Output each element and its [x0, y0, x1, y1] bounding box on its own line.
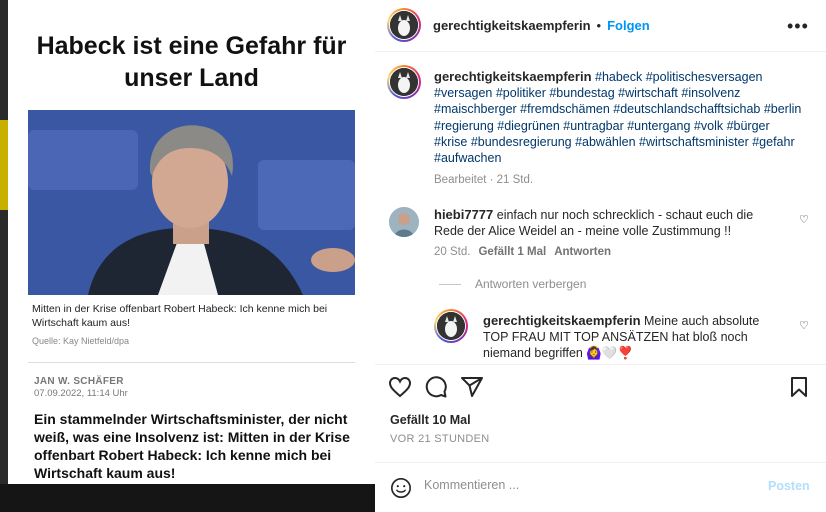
- commenter-photo-icon: [389, 207, 419, 237]
- hide-replies-button[interactable]: Antworten verbergen: [439, 277, 586, 291]
- comment-meta: 20 Std. Gefällt 1 Mal Antworten: [434, 246, 611, 258]
- backdrop: [0, 0, 8, 512]
- article-author: JAN W. SCHÄFER: [34, 376, 124, 387]
- header-separator: •: [596, 18, 602, 33]
- post-details-panel: gerechtigkeitskaempferin • Folgen ••• ge…: [375, 0, 826, 512]
- avatar-figure-icon: [437, 312, 465, 340]
- emoji-icon[interactable]: [390, 477, 412, 499]
- comment-body: hiebi7777 einfach nur noch schrecklich -…: [434, 207, 786, 239]
- article-date: 07.09.2022, 11:14 Uhr: [34, 388, 128, 399]
- comment-icon[interactable]: [424, 375, 448, 399]
- comment-time: 20 Std.: [434, 246, 471, 258]
- comment-bar: Posten: [375, 462, 826, 512]
- replies-line: [439, 283, 461, 285]
- comment-input[interactable]: [424, 478, 744, 492]
- send-icon[interactable]: [460, 375, 484, 399]
- article-lead: Ein stammelnder Wirtschaftsminister, der…: [34, 411, 350, 481]
- news-photo: [28, 110, 355, 295]
- photo-caption: Mitten in der Krise offenbart Robert Hab…: [32, 303, 328, 329]
- caption-avatar[interactable]: [387, 65, 421, 99]
- divider: [28, 362, 355, 363]
- comment-likes[interactable]: Gefällt 1 Mal: [478, 246, 546, 258]
- avatar-figure-icon: [390, 68, 418, 96]
- more-options-icon[interactable]: •••: [787, 16, 809, 37]
- comment-username[interactable]: hiebi7777: [434, 207, 493, 222]
- likes-count[interactable]: Gefällt 10 Mal: [390, 413, 471, 427]
- caption-meta: Bearbeitet · 21 Std.: [434, 174, 534, 187]
- header-username[interactable]: gerechtigkeitskaempferin: [433, 18, 591, 33]
- caption-username[interactable]: gerechtigkeitskaempferin: [434, 69, 592, 84]
- post-caption: gerechtigkeitskaempferin #habeck #politi…: [434, 69, 804, 188]
- post-header: gerechtigkeitskaempferin • Folgen •••: [375, 0, 826, 52]
- comment-reply-button[interactable]: Antworten: [554, 246, 611, 258]
- photo-illustration: [28, 110, 355, 295]
- reply-avatar[interactable]: [434, 309, 468, 343]
- post-image[interactable]: Habeck ist eine Gefahr für unser Land Mi…: [8, 0, 375, 484]
- comment-like-heart-icon[interactable]: ♡: [799, 213, 809, 226]
- reply-body: gerechtigkeitskaempferin Meine auch abso…: [483, 313, 783, 360]
- follow-button[interactable]: Folgen: [607, 18, 650, 33]
- post-time-ago: VOR 21 STUNDEN: [390, 433, 490, 445]
- backdrop-accent: [0, 120, 8, 210]
- bookmark-icon[interactable]: [787, 375, 811, 399]
- avatar-figure-icon: [390, 11, 418, 39]
- commenter-avatar[interactable]: [389, 207, 419, 237]
- action-bar: [375, 364, 826, 404]
- reply-username[interactable]: gerechtigkeitskaempferin: [483, 313, 641, 328]
- image-headline: Habeck ist eine Gefahr für unser Land: [36, 32, 347, 92]
- caption-hashtags[interactable]: #habeck #politischesversagen #versagen #…: [434, 70, 801, 165]
- heart-icon[interactable]: [388, 375, 412, 399]
- post-comment-button[interactable]: Posten: [768, 479, 810, 493]
- hide-replies-label: Antworten verbergen: [475, 277, 587, 291]
- backdrop-bottom: [0, 484, 375, 512]
- reply-like-heart-icon[interactable]: ♡: [799, 319, 809, 332]
- author-avatar[interactable]: [387, 8, 421, 42]
- photo-source: Quelle: Kay Nietfeld/dpa: [32, 336, 130, 346]
